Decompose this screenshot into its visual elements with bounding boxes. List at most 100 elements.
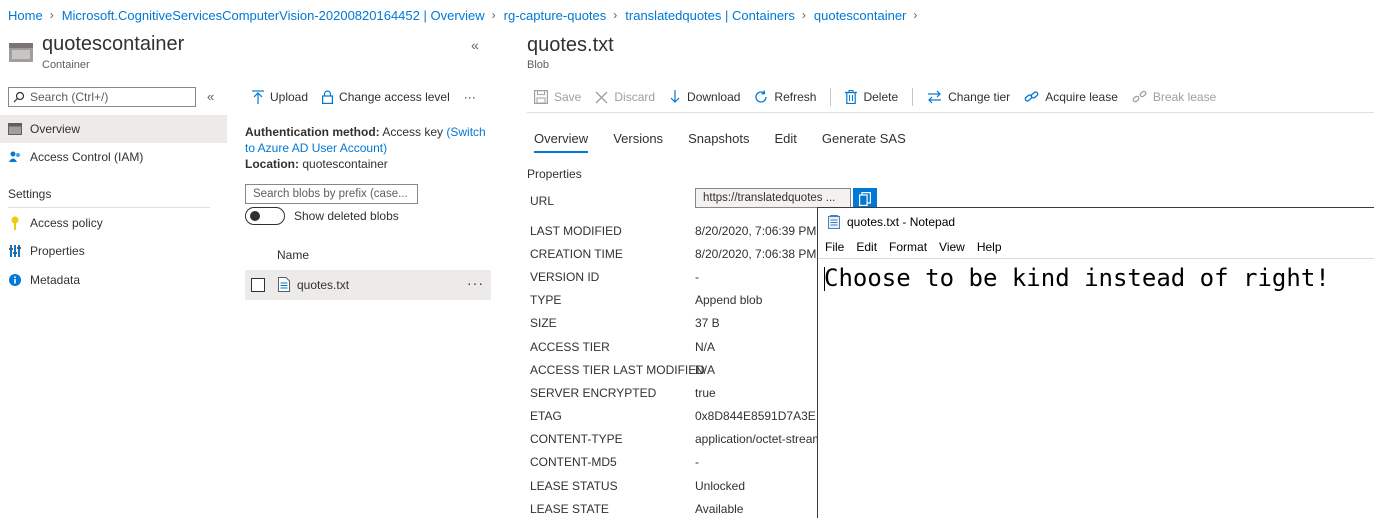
divider	[8, 207, 210, 208]
refresh-button[interactable]: Refresh	[754, 90, 816, 104]
blob-name[interactable]: quotes.txt	[297, 278, 349, 292]
row-checkbox[interactable]	[251, 278, 265, 292]
upload-icon	[252, 90, 264, 104]
property-label: ETAG	[530, 409, 562, 423]
sliders-icon	[8, 244, 22, 258]
menu-help[interactable]: Help	[977, 240, 1002, 254]
nav-item-access-policy[interactable]: Access policy	[0, 209, 227, 237]
download-button[interactable]: Download	[669, 90, 740, 104]
menu-file[interactable]: File	[825, 240, 844, 254]
page-title: quotescontainer	[42, 33, 185, 55]
more-actions-button[interactable]: ···	[464, 90, 476, 104]
text-caret	[824, 267, 825, 291]
url-field[interactable]: https://translatedquotes ...	[695, 188, 851, 208]
property-value: N/A	[695, 363, 716, 377]
tab-overview[interactable]: Overview	[534, 131, 589, 153]
tab-versions[interactable]: Versions	[613, 131, 663, 153]
blob-subtitle: Blob	[527, 59, 550, 71]
breadcrumb-home[interactable]: Home	[8, 8, 43, 23]
collapse-pane-icon[interactable]: «	[471, 37, 479, 53]
nav-item-access-control[interactable]: Access Control (IAM)	[0, 143, 227, 171]
property-value: 8/20/2020, 7:06:38 PM	[695, 247, 817, 261]
properties-heading: Properties	[527, 167, 582, 181]
property-value: Append blob	[695, 293, 763, 307]
nav-item-label: Metadata	[30, 273, 81, 287]
menu-format[interactable]: Format	[889, 240, 927, 254]
property-value: application/octet-stream	[695, 432, 817, 446]
property-label: CREATION TIME	[530, 247, 623, 261]
notepad-titlebar[interactable]: quotes.txt - Notepad	[828, 215, 955, 229]
file-icon	[278, 277, 290, 292]
tab-snapshots[interactable]: Snapshots	[688, 131, 749, 153]
key-icon	[8, 216, 22, 230]
nav-item-properties[interactable]: Properties	[0, 237, 227, 265]
menu-search-placeholder: Search (Ctrl+/)	[30, 90, 109, 104]
notepad-editor[interactable]: Choose to be kind instead of right!	[818, 258, 1374, 518]
chevron-right-icon: ›	[491, 8, 496, 22]
info-icon	[8, 273, 22, 287]
tab-generate-sas[interactable]: Generate SAS	[822, 131, 906, 153]
collapse-menu-icon[interactable]: «	[207, 89, 214, 104]
container-icon	[8, 41, 34, 63]
notepad-title: quotes.txt - Notepad	[847, 215, 956, 229]
change-access-label: Change access level	[339, 90, 450, 104]
property-value: 0x8D844E8591D7A3E	[695, 409, 816, 423]
download-label: Download	[687, 90, 741, 104]
menu-edit[interactable]: Edit	[856, 240, 877, 254]
blob-prefix-search-input[interactable]: Search blobs by prefix (case...	[245, 184, 418, 204]
property-value: 8/20/2020, 7:06:39 PM	[695, 224, 817, 238]
property-label: VERSION ID	[530, 270, 600, 284]
close-icon	[595, 91, 608, 103]
upload-button[interactable]: Upload	[252, 90, 308, 104]
divider	[527, 112, 1374, 113]
breadcrumb-cognitive-services[interactable]: Microsoft.CognitiveServicesComputerVisio…	[62, 8, 485, 23]
nav-item-metadata[interactable]: Metadata	[0, 266, 227, 294]
blob-toolbar: Save Discard Download Refresh Delete Cha…	[534, 88, 1230, 106]
menu-search-input[interactable]: Search (Ctrl+/)	[8, 87, 196, 107]
table-row[interactable]: quotes.txt ···	[245, 270, 491, 300]
property-label: CONTENT-TYPE	[530, 432, 623, 446]
property-label: TYPE	[530, 293, 562, 307]
change-tier-button[interactable]: Change tier	[927, 90, 1010, 104]
property-label: LEASE STATE	[530, 502, 609, 516]
property-value: N/A	[695, 340, 716, 354]
toolbar-divider	[912, 88, 914, 106]
notepad-content[interactable]: Choose to be kind instead of right!	[824, 264, 1330, 292]
row-more-button[interactable]: ···	[467, 275, 484, 291]
breadcrumb-resource-group[interactable]: rg-capture-quotes	[504, 8, 607, 23]
property-label: SERVER ENCRYPTED	[530, 386, 657, 400]
delete-button[interactable]: Delete	[845, 90, 898, 104]
show-deleted-toggle[interactable]	[245, 207, 285, 225]
discard-button[interactable]: Discard	[595, 90, 655, 104]
nav-item-overview[interactable]: Overview	[0, 115, 227, 143]
menu-view[interactable]: View	[939, 240, 965, 254]
acquire-lease-label: Acquire lease	[1045, 90, 1118, 104]
nav-item-label: Overview	[30, 122, 81, 136]
save-button[interactable]: Save	[534, 90, 581, 104]
breadcrumb-container[interactable]: quotescontainer	[814, 8, 907, 23]
page-subtitle: Container	[42, 59, 90, 71]
link-icon	[1024, 91, 1039, 102]
toggle-knob	[250, 211, 260, 221]
change-access-level-button[interactable]: Change access level	[322, 90, 450, 104]
show-deleted-label: Show deleted blobs	[294, 209, 399, 223]
chevron-right-icon: ›	[801, 8, 806, 22]
auth-method-value: Access key	[382, 125, 444, 139]
settings-heading: Settings	[8, 187, 52, 201]
property-label: CONTENT-MD5	[530, 455, 617, 469]
tab-edit[interactable]: Edit	[775, 131, 797, 153]
nav-item-label: Access policy	[30, 216, 103, 230]
save-label: Save	[554, 90, 582, 104]
blob-title: quotes.txt	[527, 34, 614, 56]
property-value: 37 B	[695, 316, 720, 330]
breadcrumb-containers[interactable]: translatedquotes | Containers	[625, 8, 795, 23]
save-icon	[534, 90, 548, 104]
nav-item-label: Access Control (IAM)	[30, 150, 144, 164]
property-value: -	[695, 270, 699, 284]
acquire-lease-button[interactable]: Acquire lease	[1024, 90, 1118, 104]
swap-icon	[928, 90, 942, 104]
name-column-header[interactable]: Name	[277, 248, 309, 262]
discard-label: Discard	[614, 90, 656, 104]
property-value: -	[695, 455, 699, 469]
break-lease-button[interactable]: Break lease	[1132, 90, 1216, 104]
